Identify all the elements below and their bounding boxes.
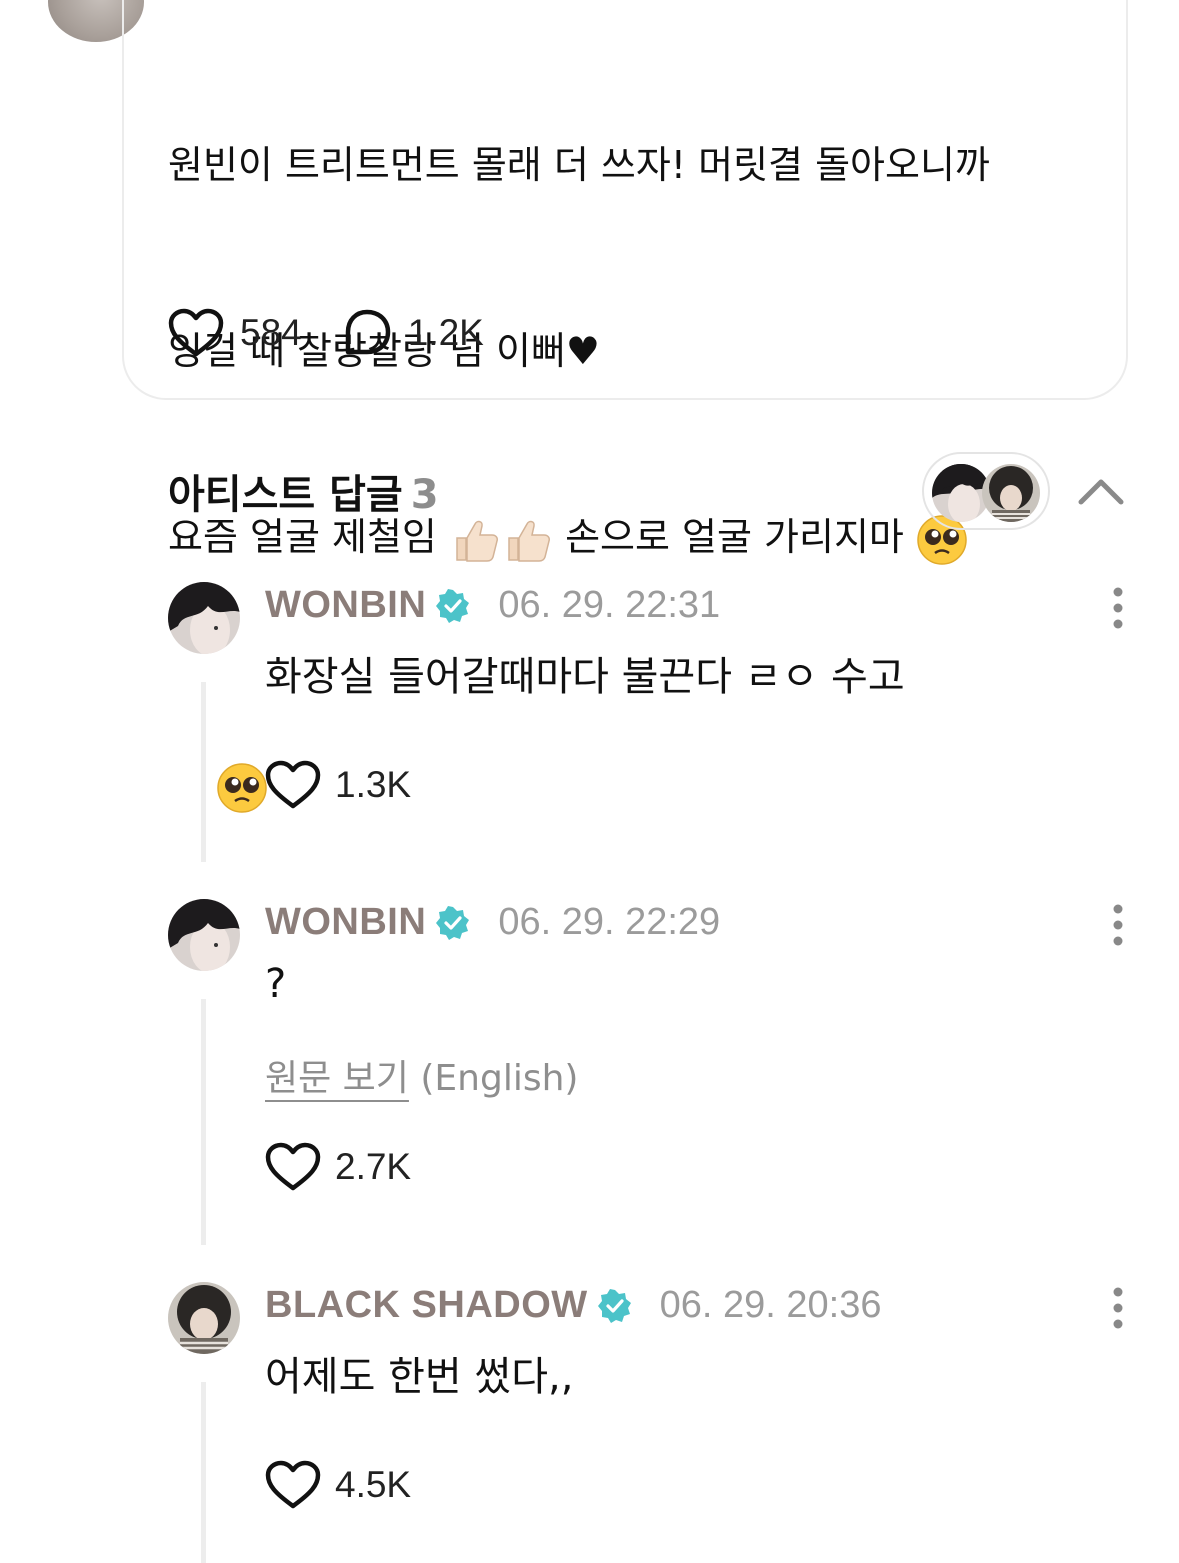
thread-line (201, 1382, 206, 1563)
heart-outline-icon[interactable] (168, 308, 224, 358)
chevron-up-icon[interactable] (1076, 470, 1126, 510)
reply-text: 어제도 한번 썼다,, (265, 1354, 574, 1400)
reply-author[interactable]: BLACK SHADOW (265, 1284, 588, 1327)
reply-like-button[interactable]: 2.7K (265, 1142, 411, 1192)
reply-text: 화장실 들어갈때마다 불끈다 ㄹㅇ 수고 (265, 654, 905, 700)
reply-meta: WONBIN 06. 29. 22:31 (265, 584, 720, 627)
thumbs-up-icon (456, 520, 498, 562)
reply-meta: BLACK SHADOW 06. 29. 20:36 (265, 1284, 882, 1327)
reply-timestamp: 06. 29. 20:36 (659, 1284, 882, 1326)
verified-badge-icon (436, 905, 470, 940)
reply-like-count: 2.7K (335, 1146, 412, 1187)
artist-replies-header: 아티스트 답글 3 (168, 462, 439, 520)
reply-text: ? (265, 961, 287, 1007)
heart-emoji: ♥ (565, 329, 600, 373)
post-comment-button[interactable]: 1.2K (342, 308, 484, 358)
reply-like-button[interactable]: 4.5K (265, 1460, 411, 1510)
reply-author[interactable]: WONBIN (265, 584, 426, 627)
reply-like-count: 1.3K (335, 764, 412, 805)
post-actions: 584 1.2K (168, 308, 484, 358)
post-like-count: 584 (240, 312, 302, 353)
artist-replies-count: 3 (410, 472, 439, 518)
reply-meta: WONBIN 06. 29. 22:29 (265, 901, 720, 944)
avatar[interactable] (168, 582, 240, 654)
reply-item: WONBIN 06. 29. 22:29 ? 원문 보기 (English) 2… (168, 899, 1148, 1249)
post-comment-count: 1.2K (407, 312, 484, 353)
heart-outline-icon (265, 1142, 321, 1191)
heart-outline-icon (265, 1460, 321, 1509)
reply-item: BLACK SHADOW 06. 29. 20:36 어제도 한번 썼다,, 4… (168, 1282, 1148, 1563)
artist-replies-title: 아티스트 답글 (168, 472, 403, 518)
reply-author[interactable]: WONBIN (265, 901, 426, 944)
vertical-dots-icon[interactable] (1106, 903, 1130, 947)
view-original-link[interactable]: 원문 보기 (265, 1058, 409, 1099)
speech-bubble-icon (345, 309, 390, 355)
avatar[interactable] (168, 899, 240, 971)
original-language: (English) (420, 1058, 579, 1099)
avatar[interactable] (168, 1282, 240, 1354)
vertical-dots-icon[interactable] (1106, 586, 1130, 630)
thread-line (201, 682, 206, 862)
verified-badge-icon (436, 588, 470, 623)
translate-toggle: 원문 보기 (English) (265, 1049, 578, 1101)
reply-like-count: 4.5K (335, 1464, 412, 1505)
reply-item: WONBIN 06. 29. 22:31 화장실 들어갈때마다 불끈다 ㄹㅇ 수… (168, 582, 1148, 872)
replier-avatars-pill[interactable] (922, 452, 1050, 530)
reply-timestamp: 06. 29. 22:31 (498, 584, 721, 626)
reply-timestamp: 06. 29. 22:29 (498, 901, 721, 943)
vertical-dots-icon[interactable] (1106, 1286, 1130, 1330)
thumbs-up-icon (508, 520, 550, 562)
avatar (982, 464, 1040, 522)
thread-line (201, 999, 206, 1245)
reply-like-button[interactable]: 1.3K (265, 760, 411, 810)
verified-badge-icon (597, 1288, 631, 1323)
post-line-1: 원빈이 트리트먼트 몰래 더 쓰자! 머릿결 돌아오니까 (168, 143, 990, 187)
heart-outline-icon (265, 760, 321, 809)
